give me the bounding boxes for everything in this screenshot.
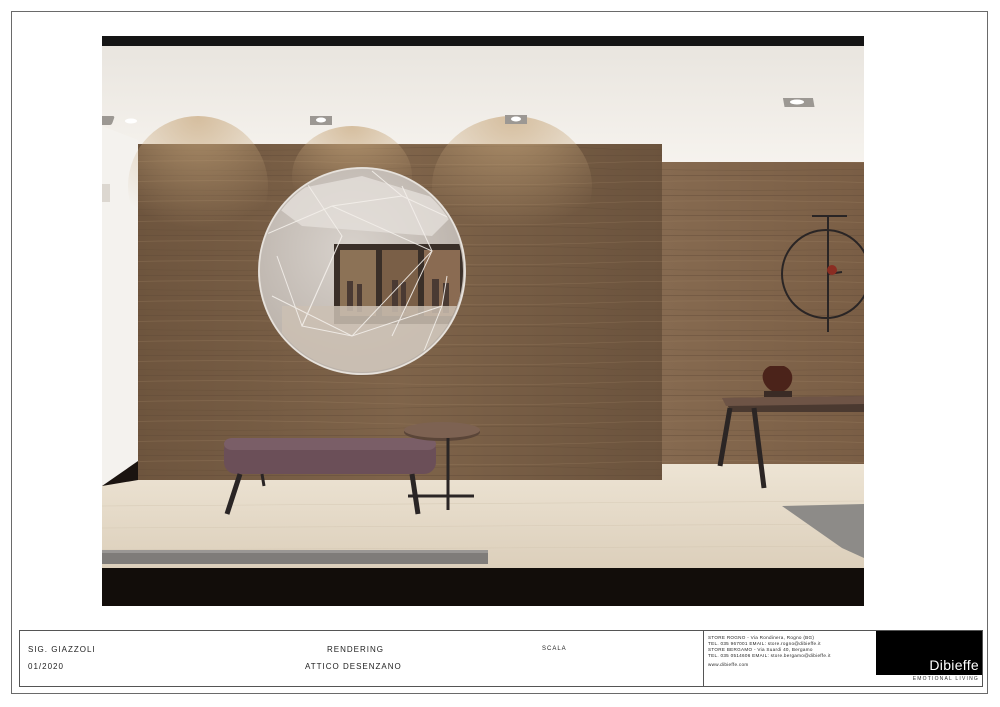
interior-rendering xyxy=(102,36,864,606)
title-block-divider xyxy=(703,631,704,686)
drawing-type: RENDERING xyxy=(327,645,385,654)
website-link: www.dibieffe.com xyxy=(708,662,749,667)
brand-name: Dibieffe xyxy=(929,657,979,673)
floor-shadow-band xyxy=(102,568,864,606)
brand-tagline: EMOTIONAL LIVING xyxy=(912,676,979,682)
brand-logo: Dibieffe xyxy=(876,631,982,675)
title-block: SIG. GIAZZOLI 01/2020 RENDERING ATTICO D… xyxy=(19,630,983,687)
store-contacts: STORE ROGNO - Via Rondinera, Rogno (BG) … xyxy=(708,635,831,668)
scale-label: SCALA xyxy=(542,646,567,652)
project-name: ATTICO DESENZANO xyxy=(305,662,402,671)
ceiling-shadow-band xyxy=(102,36,864,46)
client-name: SIG. GIAZZOLI xyxy=(28,645,96,654)
drawing-date: 01/2020 xyxy=(28,662,64,671)
contact-line: TEL. 035 0514606 EMAIL: store.bergamo@di… xyxy=(708,653,831,658)
